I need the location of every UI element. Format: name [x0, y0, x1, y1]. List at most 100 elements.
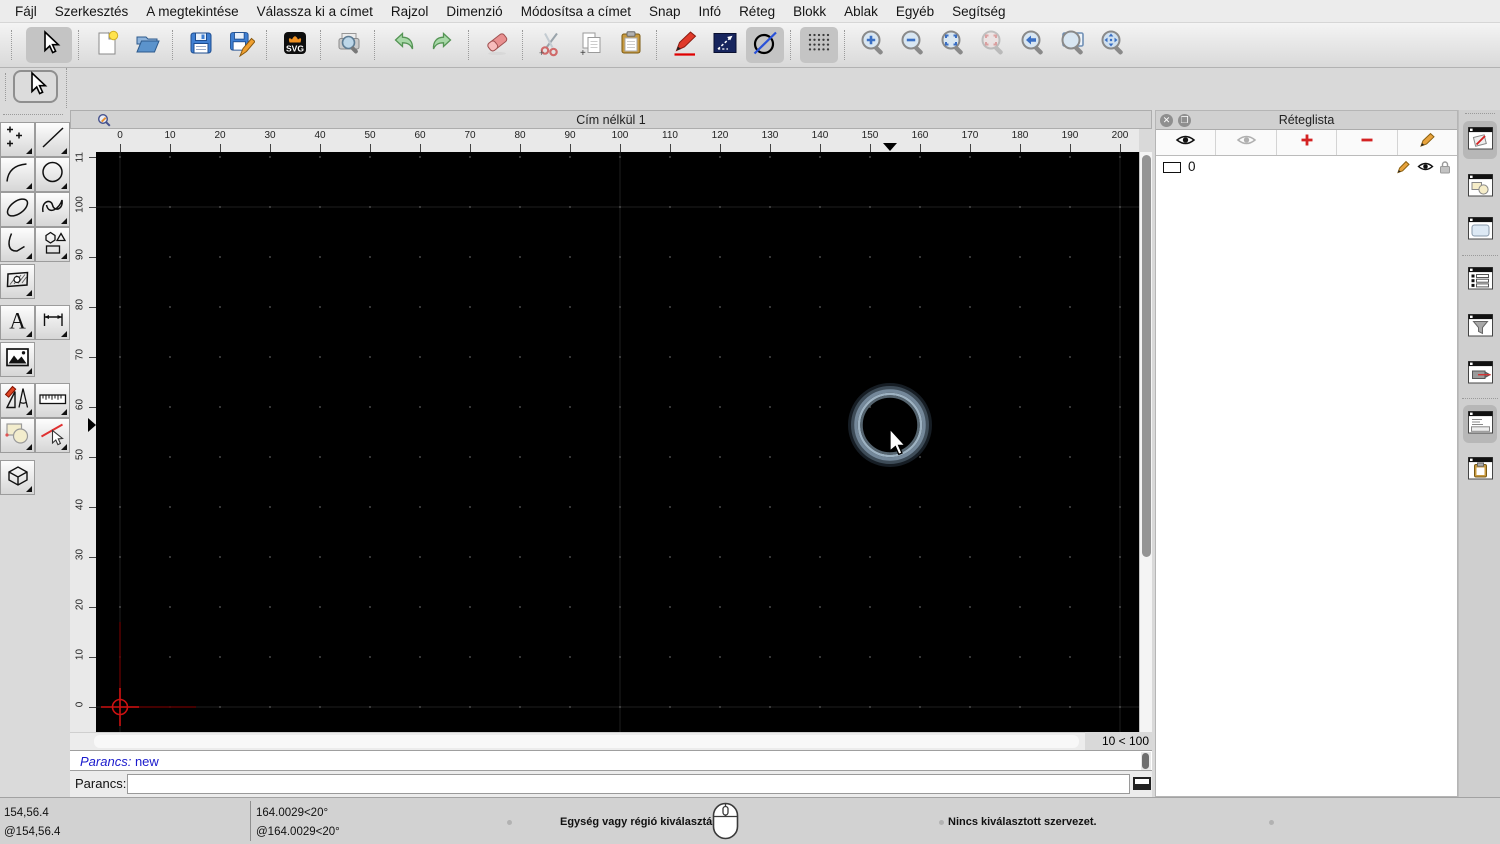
tool-polyline-button[interactable] [0, 227, 35, 262]
toolbar-save-as-button[interactable] [222, 27, 260, 63]
toolbar-construction-circle-button[interactable] [746, 27, 784, 63]
edit-pencil-icon[interactable] [1396, 160, 1411, 179]
toolbar-copy-button[interactable]: + [572, 27, 610, 63]
toolbar-zoom-out-button[interactable] [894, 27, 932, 63]
menu-item-réteg[interactable]: Réteg [730, 4, 784, 19]
menu-item-fájl[interactable]: Fájl [6, 4, 46, 19]
tool-spline-button[interactable] [35, 192, 70, 227]
toolbar-eraser-button[interactable] [478, 27, 516, 63]
dock-pen-button[interactable] [1463, 355, 1497, 393]
tool-circle-button[interactable] [35, 157, 70, 192]
tool-arc-button[interactable] [0, 157, 35, 192]
toolbar-new-file-button[interactable] [88, 27, 126, 63]
tool-shapes-button[interactable] [35, 227, 70, 262]
tool-image-button[interactable] [0, 342, 35, 377]
hruler-label: 190 [1061, 130, 1079, 141]
toolbar-open-file-button[interactable] [128, 27, 166, 63]
toolbar-cut-button[interactable]: + [532, 27, 570, 63]
command-history-scrollbar-thumb[interactable] [1142, 753, 1149, 769]
toolbar-select-tool-button[interactable] [26, 27, 72, 63]
dock-property-editor-button[interactable] [1463, 261, 1497, 299]
tool-points-button[interactable] [0, 122, 35, 157]
zoom-selection-icon [979, 29, 1007, 62]
toolbar-coordinates-button[interactable] [706, 27, 744, 63]
layer-color-swatch[interactable] [1163, 162, 1181, 173]
layer-toolbar-hide-all-eye-button[interactable] [1216, 130, 1277, 155]
tool-dimension-button[interactable] [35, 305, 70, 340]
toolbar-zoom-auto-button[interactable] [934, 27, 972, 63]
layer-toolbar-remove-layer-minus-button[interactable] [1337, 130, 1398, 155]
toolbar-draw-pencil-button[interactable] [666, 27, 704, 63]
menu-item-a-megtekintése[interactable]: A megtekintése [137, 4, 247, 19]
show-all-eye-icon [1175, 132, 1196, 153]
menu-item-rajzol[interactable]: Rajzol [382, 4, 438, 19]
tool-cad-tools-button[interactable] [0, 383, 35, 418]
dock-layer-list-button[interactable] [1463, 121, 1497, 159]
menu-item-infó[interactable]: Infó [690, 4, 731, 19]
status-selection-info: Nincs kiválasztott szervezet. [948, 816, 1097, 828]
tool-ellipse-button[interactable] [0, 192, 35, 227]
tool-text-button[interactable]: A [0, 305, 35, 340]
menu-item-snap[interactable]: Snap [640, 4, 690, 19]
command-history-scrollbar[interactable] [1141, 752, 1151, 770]
document-title-bar[interactable]: Cím nélkül 1 [70, 110, 1152, 129]
layer-panel-toolbar [1156, 130, 1457, 156]
toolbar-separator [78, 30, 81, 60]
menu-item-segítség[interactable]: Segítség [943, 4, 1014, 19]
tool-solid-button[interactable] [0, 460, 35, 495]
toolbar-svg-export-button[interactable]: SVG [276, 27, 314, 63]
tool-hatch-button[interactable] [0, 264, 35, 299]
toolbar-zoom-previous-button[interactable] [1014, 27, 1052, 63]
toolbar-zoom-pan-button[interactable] [1094, 27, 1132, 63]
menu-item-blokk[interactable]: Blokk [784, 4, 835, 19]
layer-row[interactable]: 0 [1156, 156, 1457, 179]
toolbar-grid-toggle-button[interactable] [800, 27, 838, 63]
palette-drag-handle-2[interactable] [3, 114, 63, 116]
tool-line-button[interactable] [35, 122, 70, 157]
horizontal-scrollbar-thumb[interactable] [94, 735, 1079, 748]
current-tool-indicator[interactable] [13, 70, 58, 103]
toolbar-zoom-window-button[interactable] [1054, 27, 1092, 63]
lock-icon[interactable] [1438, 160, 1452, 179]
toolbar-save-button[interactable] [182, 27, 220, 63]
tool-modify-button[interactable] [35, 418, 70, 453]
dock-clipboard-button[interactable] [1463, 451, 1497, 489]
toolbar-zoom-in-button[interactable] [854, 27, 892, 63]
menu-item-szerkesztés[interactable]: Szerkesztés [46, 4, 138, 19]
tool-select-entities-button[interactable] [0, 418, 35, 453]
hruler-label: 80 [514, 130, 526, 141]
palette-drag-handle[interactable] [5, 73, 7, 101]
layer-toolbar-show-all-eye-button[interactable] [1156, 130, 1217, 155]
dock-selection-filter-button[interactable] [1463, 308, 1497, 346]
command-input[interactable] [127, 774, 1130, 794]
dock-command-line-button[interactable] [1463, 405, 1497, 443]
menu-item-dimenzió[interactable]: Dimenzió [437, 4, 511, 19]
tool-measure-button[interactable] [35, 383, 70, 418]
layer-toolbar-edit-layer-pencil-button[interactable] [1398, 130, 1457, 155]
library-browser-dock-icon [1467, 215, 1494, 246]
hruler-label: 100 [611, 130, 629, 141]
command-window-toggle-icon[interactable] [1133, 777, 1151, 790]
dock-drag-handle[interactable] [1465, 113, 1495, 115]
menu-item-ablak[interactable]: Ablak [835, 4, 887, 19]
menu-item-egyéb[interactable]: Egyéb [887, 4, 943, 19]
dock-block-list-button[interactable] [1463, 168, 1497, 206]
menu-item-módosítsa-a-címet[interactable]: Módosítsa a címet [512, 4, 640, 19]
vertical-scrollbar[interactable] [1139, 152, 1152, 732]
toolbar-print-preview-button[interactable] [330, 27, 368, 63]
layer-toolbar-add-layer-plus-button[interactable] [1277, 130, 1338, 155]
layer-name: 0 [1188, 159, 1196, 174]
drawing-canvas[interactable] [96, 152, 1139, 732]
hruler-tick [820, 144, 821, 152]
svg-text:SVG: SVG [286, 43, 304, 53]
menu-item-válassza-ki-a-címet[interactable]: Válassza ki a címet [248, 4, 382, 19]
layer-panel-header[interactable]: ✕ ❐ Réteglista [1156, 111, 1457, 130]
status-separator [250, 801, 251, 841]
toolbar-undo-button[interactable] [384, 27, 422, 63]
vertical-scrollbar-thumb[interactable] [1142, 155, 1151, 557]
toolbar-paste-button[interactable] [612, 27, 650, 63]
visible-eye-icon[interactable] [1417, 160, 1434, 178]
dock-library-browser-button[interactable] [1463, 211, 1497, 249]
horizontal-scrollbar[interactable] [70, 732, 1085, 750]
toolbar-redo-button[interactable] [424, 27, 462, 63]
